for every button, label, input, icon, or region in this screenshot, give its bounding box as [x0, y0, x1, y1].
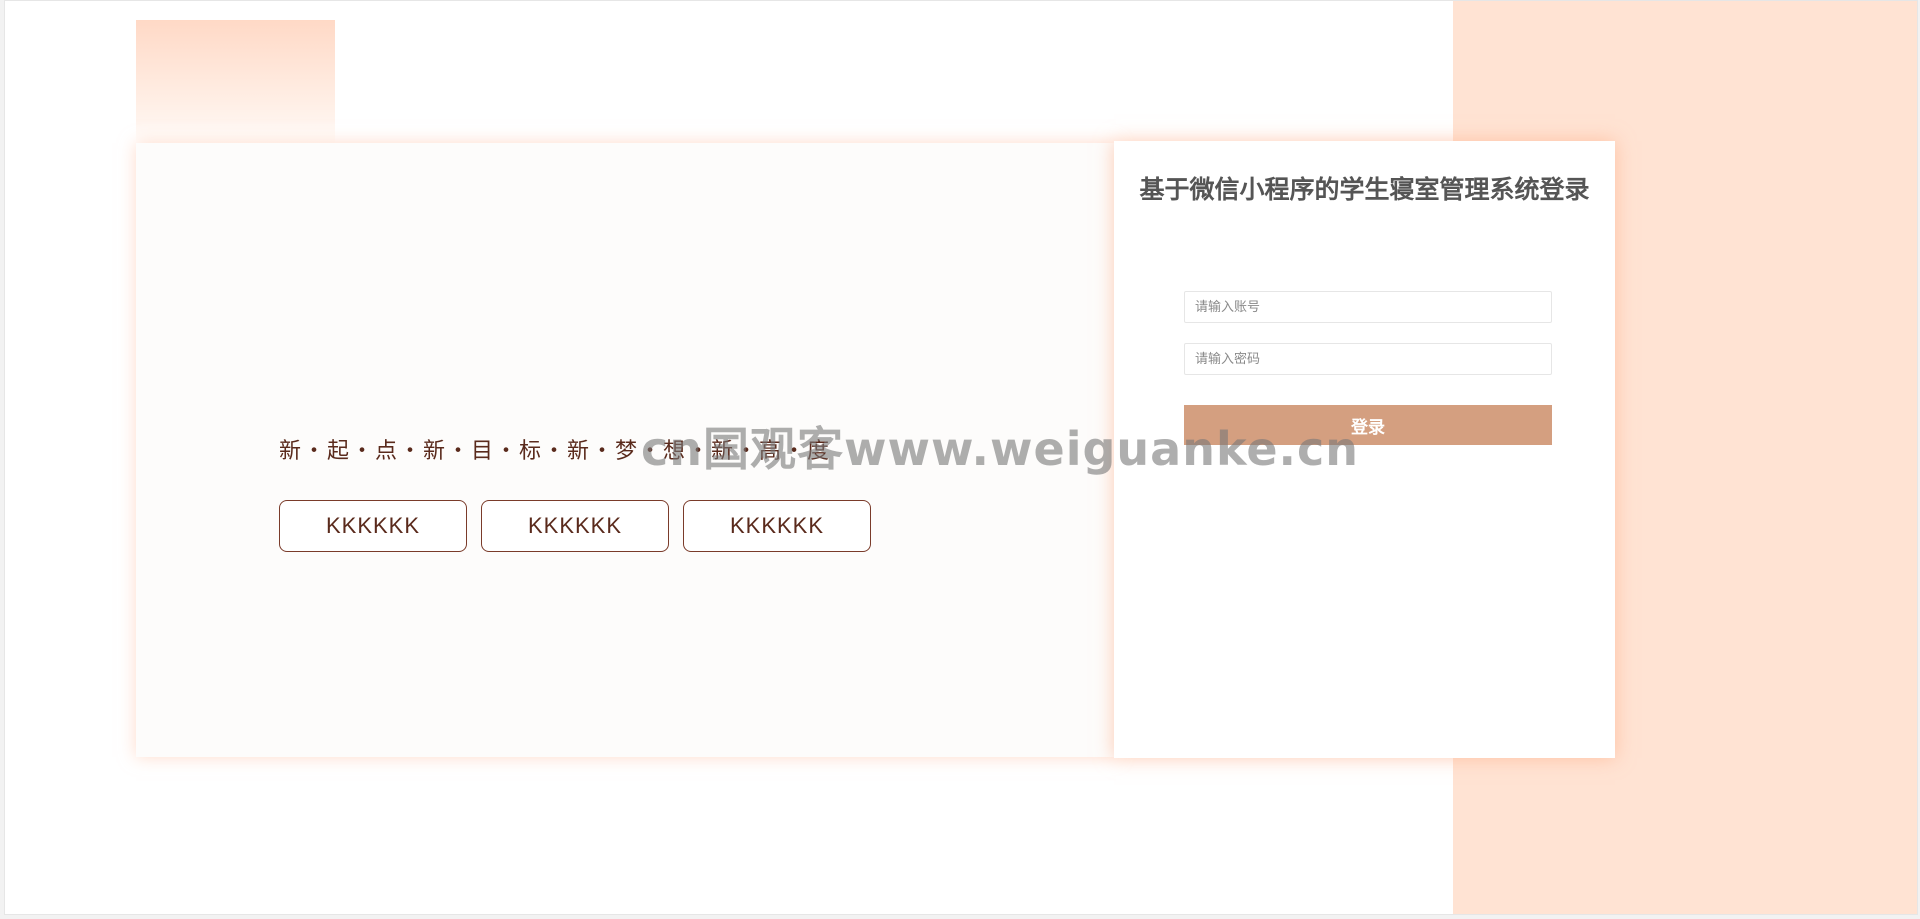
login-title: 基于微信小程序的学生寝室管理系统登录	[1139, 175, 1590, 204]
page-root: 新・起・点・新・目・标・新・梦・想・新・高・度 KKKKKK KKKKKK KK…	[4, 0, 1918, 915]
tag-button-row: KKKKKK KKKKKK KKKKKK	[279, 500, 871, 552]
login-card: 基于微信小程序的学生寝室管理系统登录 登录	[1114, 141, 1615, 758]
slogan-text: 新・起・点・新・目・标・新・梦・想・新・高・度	[279, 439, 832, 464]
tag-button-3[interactable]: KKKKKK	[683, 500, 871, 552]
account-input[interactable]	[1184, 291, 1552, 323]
intro-panel: 新・起・点・新・目・标・新・梦・想・新・高・度 KKKKKK KKKKKK KK…	[136, 143, 1116, 757]
tag-button-2[interactable]: KKKKKK	[481, 500, 669, 552]
login-button[interactable]: 登录	[1184, 405, 1552, 445]
tag-button-1[interactable]: KKKKKK	[279, 500, 467, 552]
password-input[interactable]	[1184, 343, 1552, 375]
decorative-gradient-square	[136, 20, 335, 144]
